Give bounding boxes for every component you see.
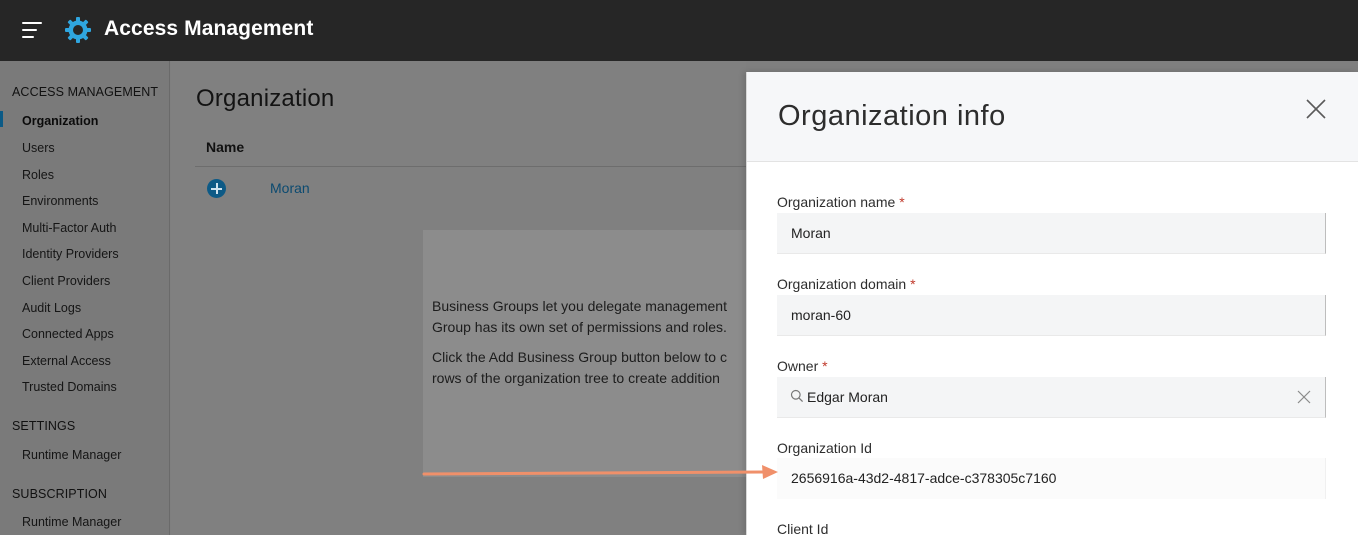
- client-id-label: Client Id: [777, 521, 829, 535]
- expand-row-button[interactable]: [207, 179, 226, 198]
- column-header-name: Name: [206, 139, 245, 155]
- org-name-value: Moran: [791, 225, 831, 241]
- menu-icon[interactable]: [22, 21, 42, 39]
- owner-label: Owner *: [777, 358, 828, 374]
- owner-value: Edgar Moran: [807, 389, 888, 405]
- sidebar-item-users[interactable]: Users: [22, 141, 55, 155]
- table-header-divider: [195, 166, 746, 167]
- org-domain-input[interactable]: moran-60: [777, 295, 1326, 336]
- sidebar-item-multi-factor-auth[interactable]: Multi-Factor Auth: [22, 221, 116, 235]
- required-mark: *: [910, 276, 916, 292]
- info-text-line: Click the Add Business Group button belo…: [432, 349, 727, 365]
- sidebar-section-access-management: ACCESS MANAGEMENT: [12, 85, 159, 99]
- sidebar-item-organization[interactable]: Organization: [22, 114, 98, 128]
- organization-info-panel: Organization info Organization name * Mo…: [746, 72, 1358, 535]
- top-bar: Access Management: [0, 0, 1358, 61]
- sidebar-item-roles[interactable]: Roles: [22, 168, 54, 182]
- required-mark: *: [899, 194, 905, 210]
- org-id-value: 2656916a-43d2-4817-adce-c378305c7160: [791, 470, 1057, 486]
- sidebar-section-settings: SETTINGS: [12, 419, 76, 433]
- sidebar-item-client-providers[interactable]: Client Providers: [22, 274, 110, 288]
- sidebar-item-trusted-domains[interactable]: Trusted Domains: [22, 380, 117, 394]
- app-title: Access Management: [104, 17, 314, 40]
- sidebar-item-runtime-manager-subscription[interactable]: Runtime Manager: [22, 515, 121, 529]
- active-item-marker: [0, 111, 3, 127]
- org-id-field: 2656916a-43d2-4817-adce-c378305c7160: [777, 458, 1326, 499]
- panel-header: Organization info: [747, 72, 1358, 162]
- sidebar: ACCESS MANAGEMENT Organization Users Rol…: [0, 61, 170, 535]
- sidebar-item-identity-providers[interactable]: Identity Providers: [22, 247, 119, 261]
- owner-label-text: Owner: [777, 358, 819, 374]
- sidebar-section-subscription: SUBSCRIPTION: [12, 487, 107, 501]
- organization-link[interactable]: Moran: [270, 180, 310, 196]
- org-domain-value: moran-60: [791, 307, 851, 323]
- close-icon[interactable]: [1305, 98, 1327, 120]
- gear-logo-icon: [65, 17, 91, 43]
- info-text-line: Group has its own set of permissions and…: [432, 319, 727, 335]
- org-name-label-text: Organization name: [777, 194, 896, 210]
- sidebar-item-environments[interactable]: Environments: [22, 194, 98, 208]
- org-name-input[interactable]: Moran: [777, 213, 1326, 254]
- org-domain-label-text: Organization domain: [777, 276, 907, 292]
- owner-search-input[interactable]: Edgar Moran: [777, 377, 1326, 418]
- org-id-label: Organization Id: [777, 440, 872, 456]
- annotation-arrow-icon: [422, 465, 778, 479]
- sidebar-item-runtime-manager-settings[interactable]: Runtime Manager: [22, 448, 121, 462]
- clear-icon[interactable]: [1297, 390, 1311, 404]
- page-title: Organization: [196, 85, 335, 112]
- search-icon: [790, 389, 804, 403]
- sidebar-item-connected-apps[interactable]: Connected Apps: [22, 327, 114, 341]
- info-text-line: rows of the organization tree to create …: [432, 370, 720, 386]
- sidebar-item-external-access[interactable]: External Access: [22, 354, 111, 368]
- panel-title: Organization info: [778, 100, 1006, 132]
- org-name-label: Organization name *: [777, 194, 905, 210]
- org-domain-label: Organization domain *: [777, 276, 916, 292]
- required-mark: *: [822, 358, 828, 374]
- info-text-line: Business Groups let you delegate managem…: [432, 298, 727, 314]
- sidebar-item-audit-logs[interactable]: Audit Logs: [22, 301, 81, 315]
- business-groups-info-box: Business Groups let you delegate managem…: [423, 230, 753, 477]
